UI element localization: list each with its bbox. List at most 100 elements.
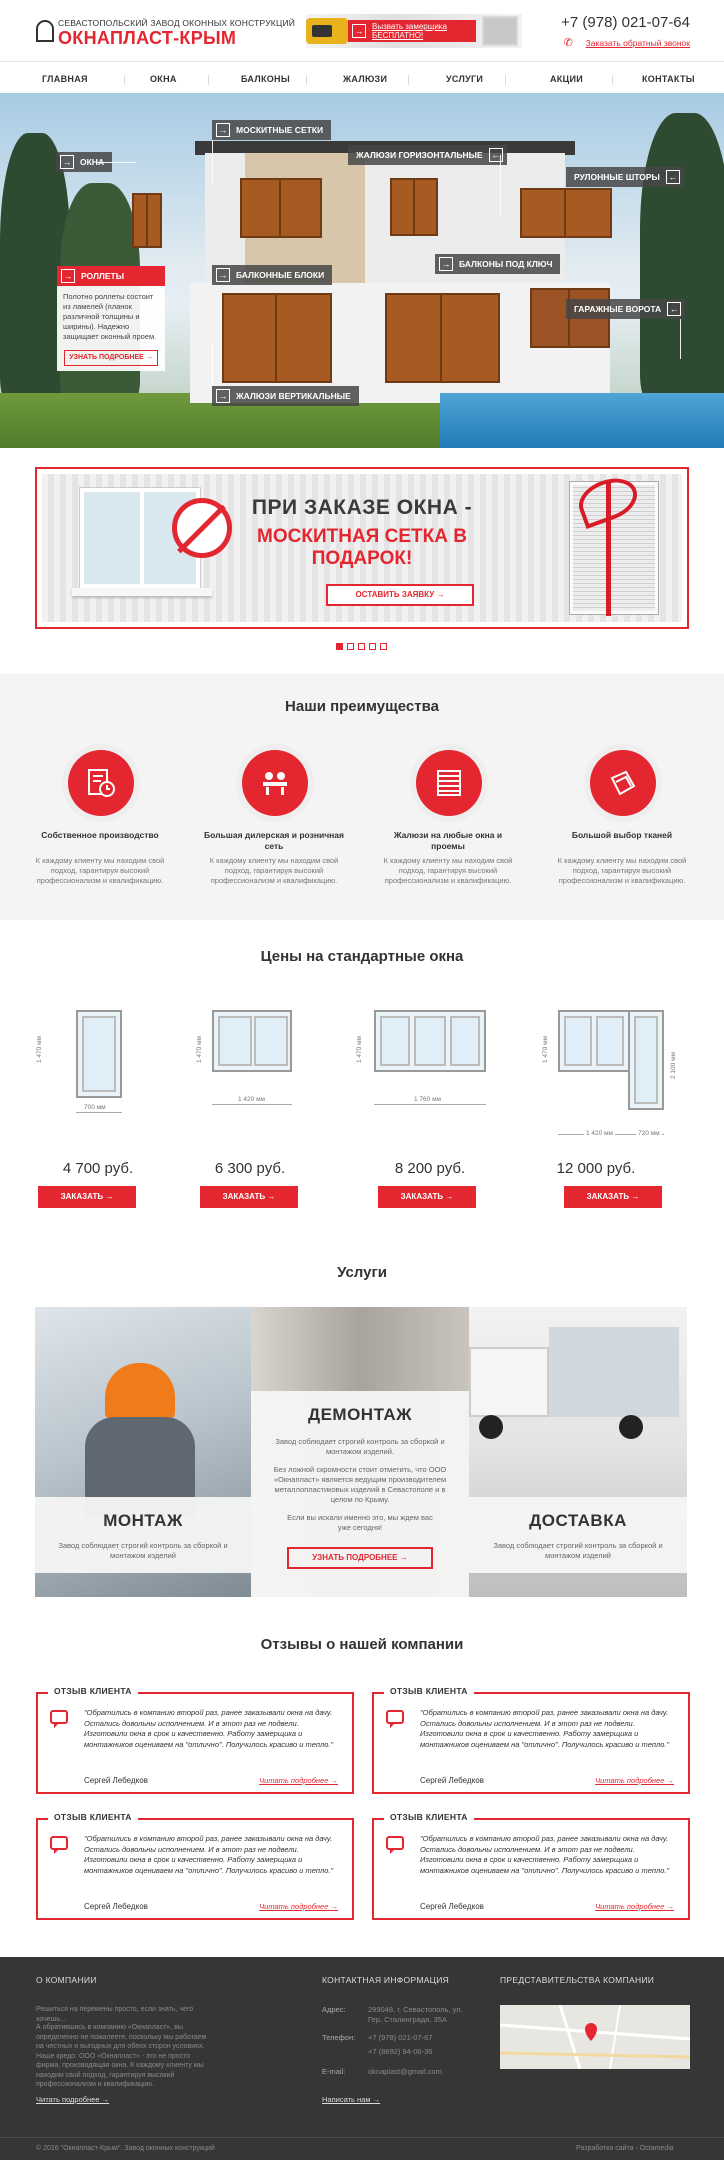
service-text: Завод соблюдает строгий контроль за сбор… <box>58 1541 228 1560</box>
order-button[interactable]: ЗАКАЗАТЬ → <box>564 1186 662 1208</box>
footer-about-link[interactable]: Читать подробнее → <box>36 2095 109 2104</box>
arrow-left-icon: ← <box>665 170 680 184</box>
promo-measurer[interactable]: → Вызвать замерщика БЕСПЛАТНО! <box>306 14 522 48</box>
header-phone[interactable]: +7 (978) 021-07-64 <box>561 14 690 31</box>
arrow-right-icon: → <box>439 257 453 271</box>
banner-headline: ПРИ ЗАКАЗЕ ОКНА - <box>251 496 473 519</box>
price-item: 1 470 мм 700 мм 4 700 руб. ЗАКАЗАТЬ → <box>30 1000 180 1210</box>
callback-link[interactable]: ✆ Заказать обратный звонок <box>564 37 690 49</box>
service-dismantling[interactable]: ДЕМОНТАЖ Завод соблюдает строгий контрол… <box>251 1307 469 1597</box>
arrow-right-icon: → <box>216 389 230 403</box>
price-item: 1 470 мм 1 420 мм 6 300 руб. ЗАКАЗАТЬ → <box>190 1000 340 1210</box>
logo[interactable]: СЕВАСТОПОЛЬСКИЙ ЗАВОД ОКОННЫХ КОНСТРУКЦИ… <box>36 16 295 48</box>
read-more-link[interactable]: Читать подробнее → <box>595 1776 674 1785</box>
nav-item-windows[interactable]: ОКНА <box>150 74 177 84</box>
advantage-desc: К каждому клиенту мы находим свой подход… <box>383 856 513 885</box>
main-nav: ГЛАВНАЯ ОКНА БАЛКОНЫ ЖАЛЮЗИ УСЛУГИ АКЦИИ… <box>0 68 724 92</box>
review-text: "Обратились в компанию второй раз, ранее… <box>84 1834 334 1875</box>
tag-blinds-vertical[interactable]: → ЖАЛЮЗИ ВЕРТИКАЛЬНЫЕ <box>212 386 359 406</box>
slider-dot[interactable] <box>347 643 354 650</box>
reviews-title: Отзывы о нашей компании <box>260 1636 464 1653</box>
footer-email[interactable]: oknaplast@gmail.com <box>368 2067 442 2077</box>
leave-request-label: ОСТАВИТЬ ЗАЯВКУ <box>355 590 435 599</box>
window-image <box>482 16 518 46</box>
rollers-more-button[interactable]: УЗНАТЬ ПОДРОБНЕЕ → <box>64 350 158 366</box>
price-value: 12 000 руб. <box>556 1160 636 1177</box>
developer-credit[interactable]: Разработка сайта - Octamedia <box>576 2144 674 2154</box>
order-button[interactable]: ЗАКАЗАТЬ → <box>38 1186 136 1208</box>
house-window <box>240 178 322 238</box>
window-sash <box>254 1016 288 1066</box>
nav-item-services[interactable]: УСЛУГИ <box>446 74 483 84</box>
slider-dot[interactable] <box>380 643 387 650</box>
dimension-line <box>374 1104 486 1105</box>
leave-request-button[interactable]: ОСТАВИТЬ ЗАЯВКУ → <box>326 584 474 606</box>
nav-item-contacts[interactable]: КОНТАКТЫ <box>642 74 695 84</box>
learn-more-label: УЗНАТЬ ПОДРОБНЕЕ <box>312 1553 398 1562</box>
order-button[interactable]: ЗАКАЗАТЬ → <box>378 1186 476 1208</box>
review-heading: ОТЗЫВ КЛИЕНТА <box>384 1686 474 1696</box>
logo-window-icon <box>36 20 54 42</box>
address-value: 299048, г. Севастополь, ул. Гер. Сталинг… <box>368 2005 463 2024</box>
footer-phone-2[interactable]: +7 (8692) 94-06-36 <box>368 2047 432 2057</box>
tag-balcony-turnkey[interactable]: → БАЛКОНЫ ПОД КЛЮЧ <box>435 254 561 274</box>
nav-item-balconies[interactable]: БАЛКОНЫ <box>241 74 290 84</box>
speech-bubble-icon <box>50 1710 68 1728</box>
slider-dot[interactable] <box>336 643 343 650</box>
price-value: 4 700 руб. <box>62 1160 134 1177</box>
nav-item-blinds[interactable]: ЖАЛЮЗИ <box>343 74 387 84</box>
service-installation[interactable]: МОНТАЖ Завод соблюдает строгий контроль … <box>35 1307 251 1597</box>
tag-pointer-line <box>680 319 681 359</box>
window-double-diagram <box>212 1010 292 1072</box>
window-sash <box>564 1016 592 1066</box>
slider-dot[interactable] <box>358 643 365 650</box>
dimension-width: 700 мм <box>82 1104 108 1111</box>
rollers-text: Полотно роллеты состоит из ламелей (план… <box>63 292 157 341</box>
tag-blinds-horizontal[interactable]: ЖАЛЮЗИ ГОРИЗОНТАЛЬНЫЕ ← <box>348 145 507 165</box>
footer-bottom-bar: © 2016 "Окнапласт-Крым". Завод оконных к… <box>0 2137 724 2160</box>
speech-bubble-icon <box>386 1836 404 1854</box>
rollers-more-label: УЗНАТЬ ПОДРОБНЕЕ <box>69 354 144 361</box>
advantage-name: Большой выбор тканей <box>571 830 673 840</box>
tag-garage-doors[interactable]: ГАРАЖНЫЕ ВОРОТА ← <box>566 299 686 319</box>
service-name: ДЕМОНТАЖ <box>307 1405 413 1424</box>
service-delivery[interactable]: ДОСТАВКА Завод соблюдает строгий контрол… <box>469 1307 687 1597</box>
rollers-title[interactable]: → РОЛЛЕТЫ <box>57 266 165 286</box>
advantage-name: Собственное производство <box>41 830 159 840</box>
arrow-right-icon: → <box>352 24 366 38</box>
nav-item-home[interactable]: ГЛАВНАЯ <box>42 74 88 84</box>
window-sash <box>450 1016 480 1066</box>
tag-balcony-blocks[interactable]: → БАЛКОННЫЕ БЛОКИ <box>212 265 333 285</box>
learn-more-button[interactable]: УЗНАТЬ ПОДРОБНЕЕ → <box>287 1547 433 1569</box>
balcony-door-diagram <box>628 1010 664 1110</box>
nav-divider <box>408 75 409 85</box>
footer-phone-1[interactable]: +7 (978) 021-07-67 <box>368 2033 432 2043</box>
arrow-right-icon: → <box>60 155 74 169</box>
nav-item-promos[interactable]: АКЦИИ <box>550 74 583 84</box>
write-us-link[interactable]: Написать нам → <box>322 2095 380 2104</box>
office-map[interactable] <box>499 2004 691 2070</box>
read-more-link[interactable]: Читать подробнее → <box>259 1902 338 1911</box>
tag-roller-blinds[interactable]: РУЛОННЫЕ ШТОРЫ ← <box>566 167 684 187</box>
review-text: "Обратились в компанию второй раз, ранее… <box>84 1708 334 1749</box>
dimension-width: 1 420 мм <box>236 1096 268 1103</box>
tag-label: РУЛОННЫЕ ШТОРЫ <box>574 172 660 182</box>
phone-label: Телефон: <box>322 2033 356 2042</box>
read-more-label: Читать подробнее <box>595 1902 665 1911</box>
order-label: ЗАКАЗАТЬ <box>222 1192 266 1201</box>
tag-mosquito[interactable]: → МОСКИТНЫЕ СЕТКИ <box>212 120 332 140</box>
dimension-width-door: 720 мм <box>636 1130 662 1137</box>
window-sash <box>380 1016 410 1066</box>
read-more-link[interactable]: Читать подробнее → <box>259 1776 338 1785</box>
banner-subheadline: МОСКИТНАЯ СЕТКА В ПОДАРОК! <box>257 526 467 569</box>
window-triple-diagram <box>374 1010 486 1072</box>
order-button[interactable]: ЗАКАЗАТЬ → <box>200 1186 298 1208</box>
read-more-link[interactable]: Читать подробнее → <box>595 1902 674 1911</box>
dimension-height: 1 470 мм <box>36 1035 44 1064</box>
service-button-wrap: УЗНАТЬ ПОДРОБНЕЕ → <box>251 1547 469 1569</box>
service-caption: МОНТАЖ Завод соблюдает строгий контроль … <box>35 1497 251 1573</box>
address-label: Адрес: <box>322 2005 346 2014</box>
nav-divider <box>208 75 209 85</box>
slider-dot[interactable] <box>369 643 376 650</box>
promo-button[interactable]: → Вызвать замерщика БЕСПЛАТНО! <box>348 20 476 42</box>
